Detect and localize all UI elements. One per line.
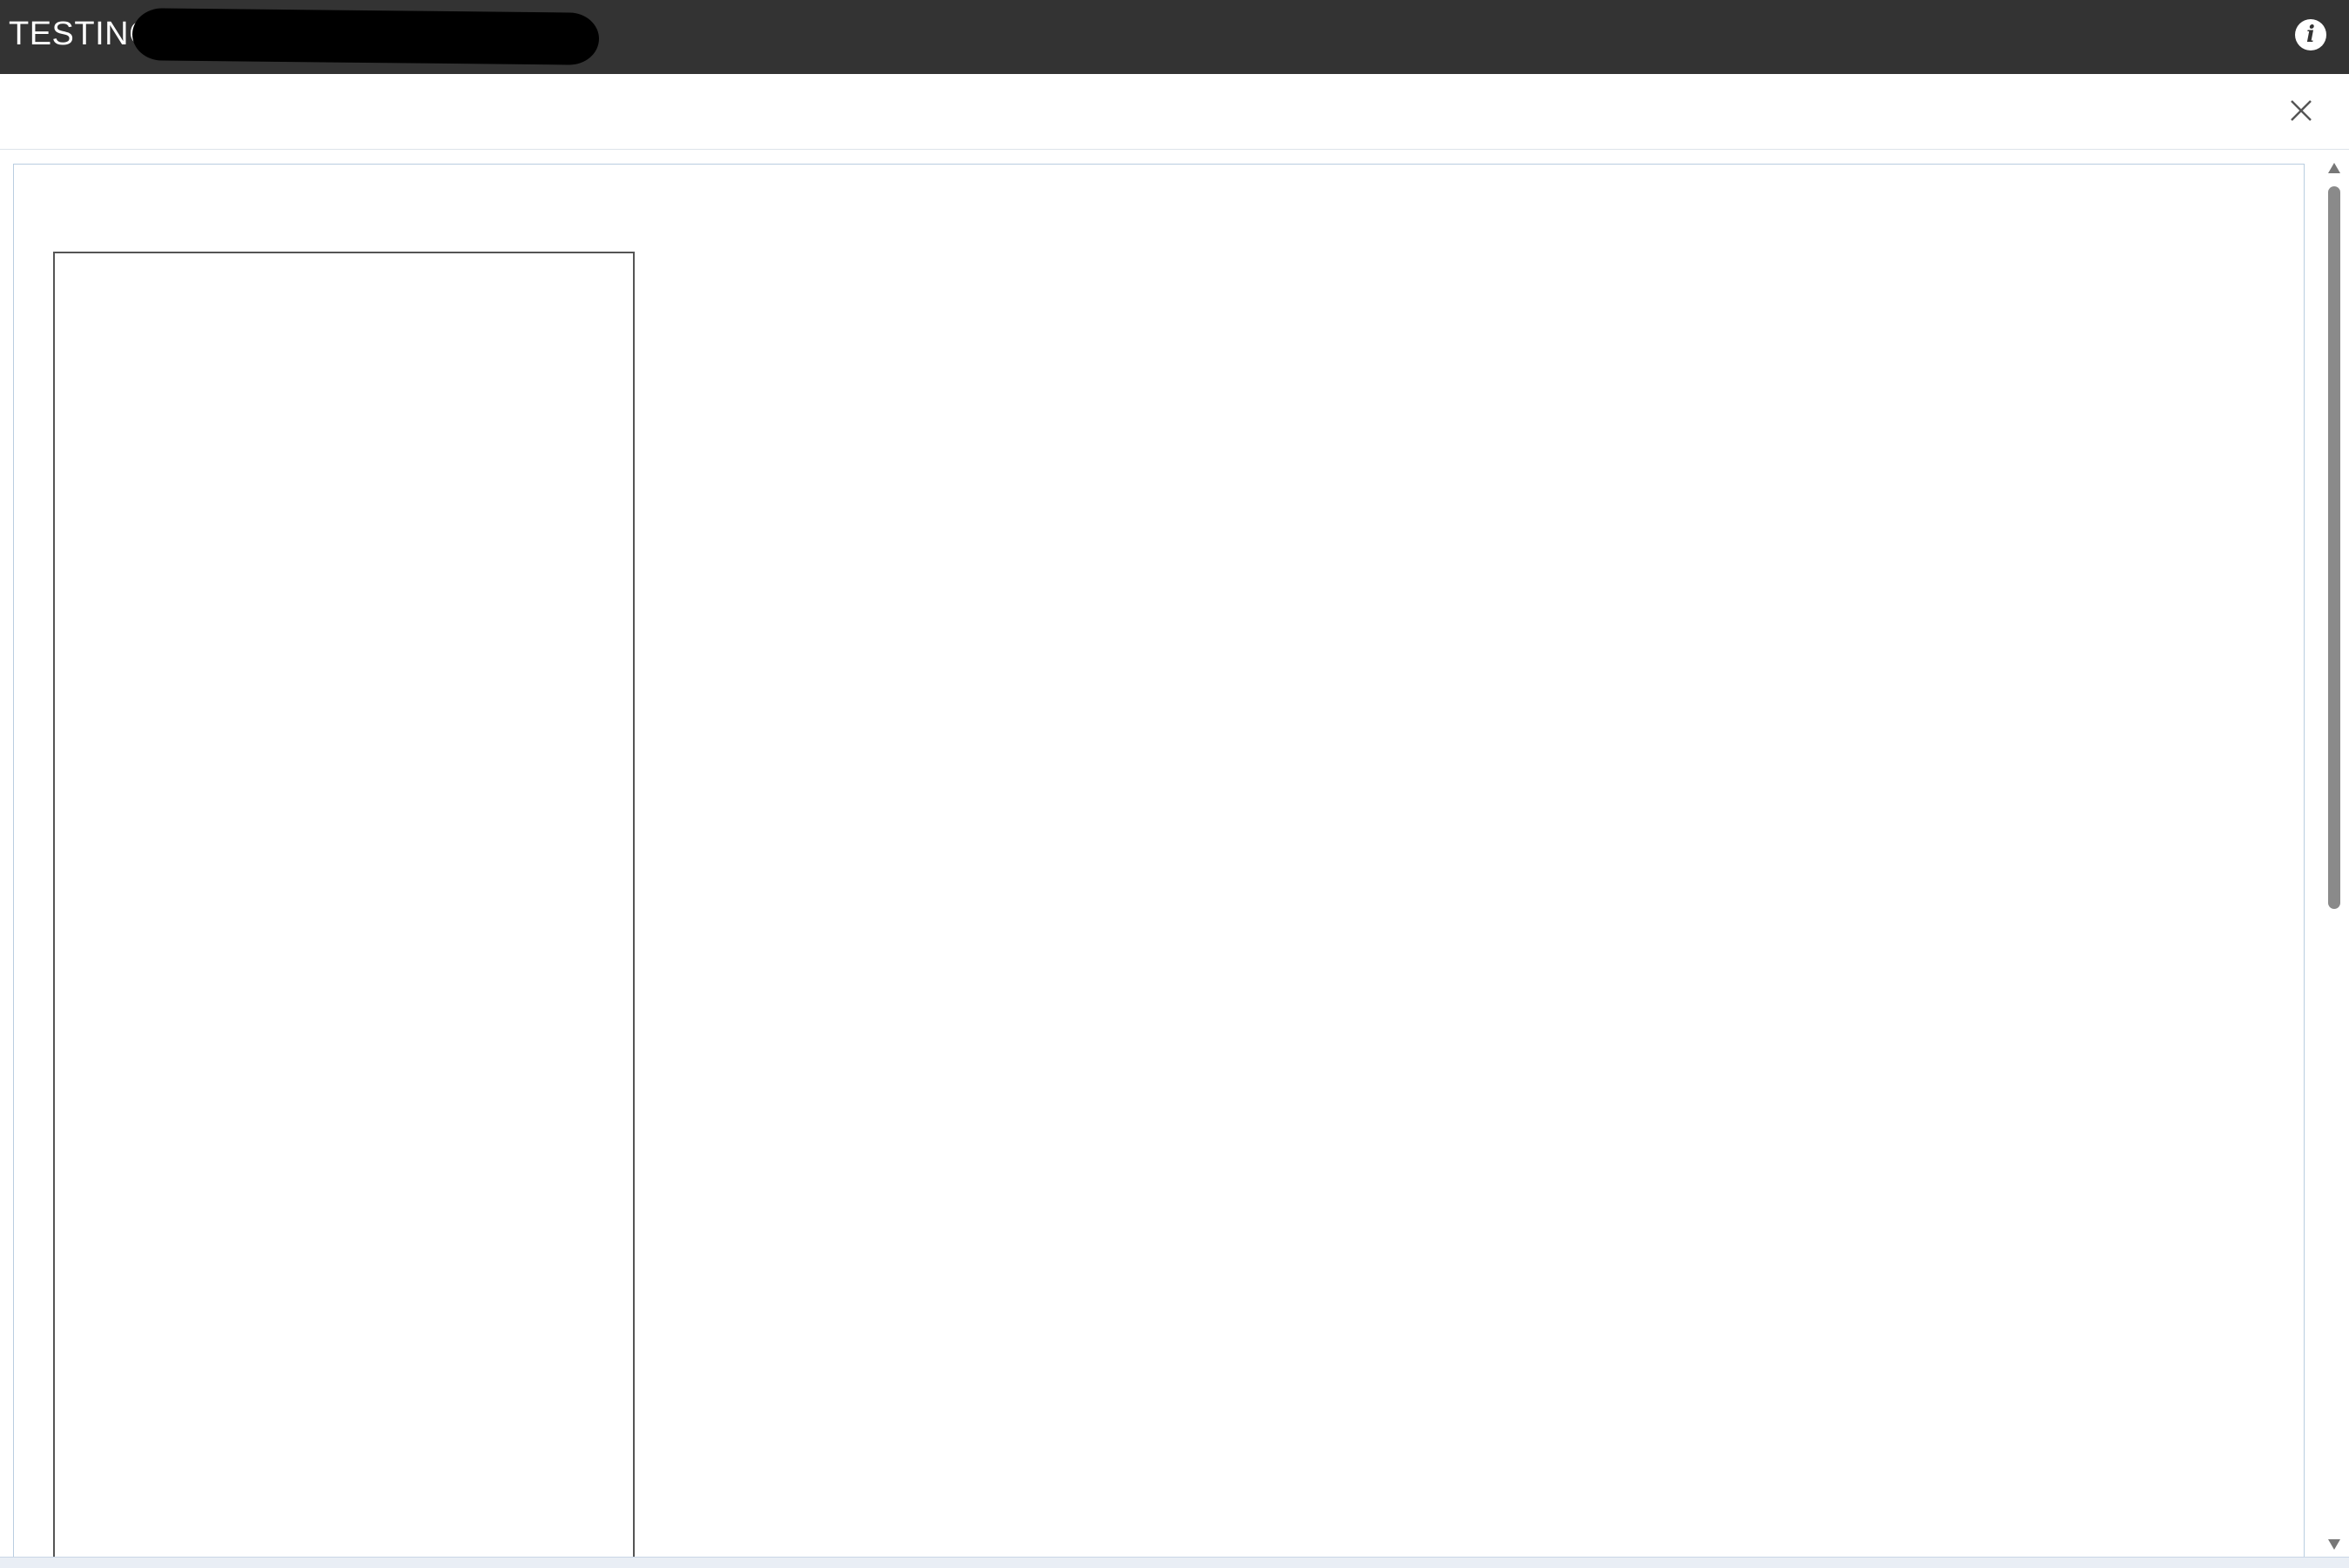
close-icon-graphic [2291, 100, 2312, 121]
info-icon[interactable]: i [2295, 19, 2326, 50]
vertical-scrollbar[interactable] [2323, 158, 2346, 1557]
scroll-up-arrow-icon[interactable] [2328, 163, 2340, 173]
top-app-bar: TESTING i [0, 0, 2349, 74]
bottom-edge [0, 1557, 2349, 1568]
scroll-thumb[interactable] [2328, 186, 2340, 909]
scroll-down-arrow-icon[interactable] [2328, 1539, 2340, 1550]
dialog-header [0, 74, 2349, 150]
redacted-title-block [131, 8, 600, 65]
document-panel [53, 252, 635, 1559]
close-icon[interactable] [2286, 96, 2316, 125]
